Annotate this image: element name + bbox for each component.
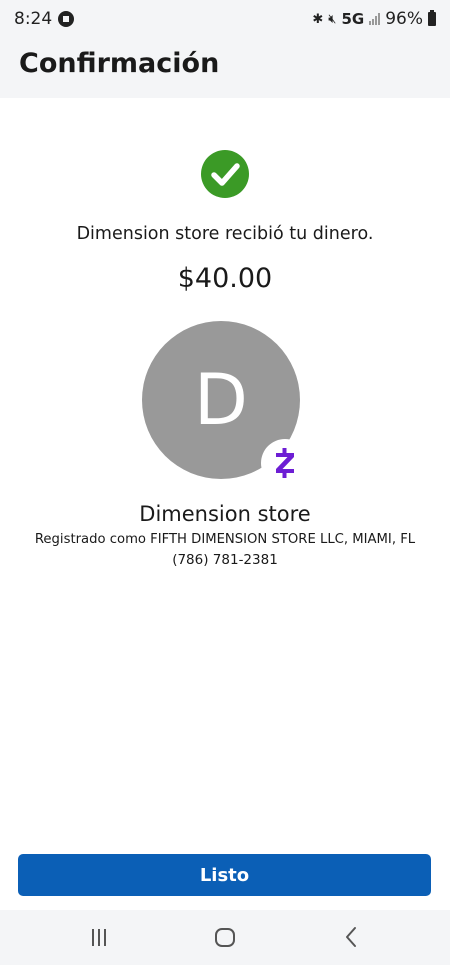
avatar-initial: D — [194, 359, 248, 441]
confirmation-message: Dimension store recibió tu dinero. — [76, 224, 374, 244]
bluetooth-icon: ✱ — [312, 11, 324, 27]
app-header: Confirmación — [0, 40, 450, 98]
zelle-icon — [276, 448, 294, 478]
recent-apps-icon — [92, 929, 106, 946]
page-title: Confirmación — [19, 48, 220, 79]
zelle-badge — [261, 439, 309, 487]
check-circle-icon — [201, 150, 249, 198]
chase-icon — [58, 11, 75, 27]
home-icon — [215, 928, 235, 947]
recipient-phone: (786) 781-2381 — [172, 552, 278, 568]
status-bar: 8:24 ✱ 🔇︎ 5G 96% — [0, 0, 450, 40]
recent-apps-button[interactable] — [84, 924, 114, 950]
navigation-bar — [0, 910, 450, 965]
home-button[interactable] — [210, 924, 240, 950]
battery-percent: 96% — [385, 9, 423, 29]
status-left: 8:24 — [14, 9, 75, 29]
status-time: 8:24 — [14, 9, 53, 29]
payment-amount: $40.00 — [177, 263, 273, 294]
done-button[interactable]: Listo — [18, 854, 431, 896]
mute-icon: 🔇︎ — [328, 11, 337, 27]
back-button[interactable] — [336, 924, 366, 950]
network-type: 5G — [341, 10, 365, 28]
signal-icon — [369, 13, 381, 25]
registered-as-text: Registrado como FIFTH DIMENSION STORE LL… — [34, 532, 416, 547]
back-icon — [346, 927, 356, 947]
recipient-name: Dimension store — [139, 502, 311, 526]
status-right: ✱ 🔇︎ 5G 96% — [312, 9, 436, 29]
battery-icon — [428, 10, 436, 26]
